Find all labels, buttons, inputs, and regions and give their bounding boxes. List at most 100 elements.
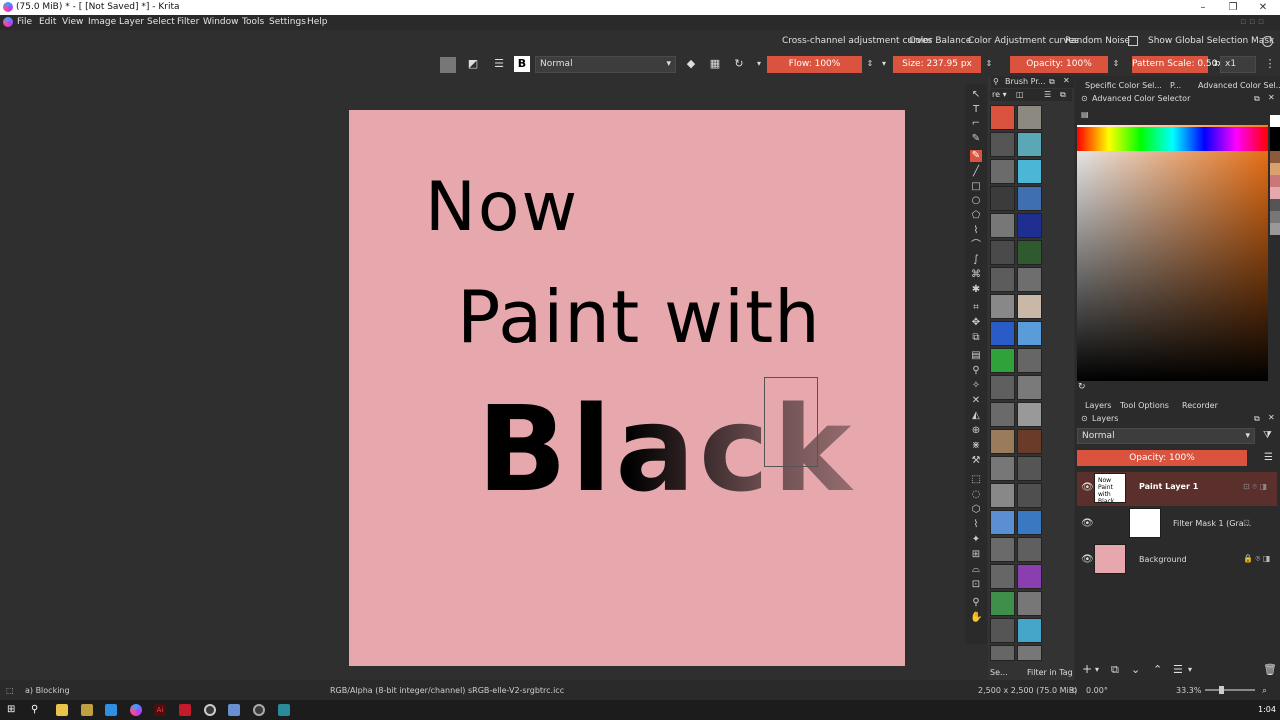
visibility-eye-icon[interactable]: 👁	[1081, 554, 1094, 565]
brush-preset[interactable]	[990, 483, 1015, 508]
multibrush-tool-icon[interactable]: ✱	[970, 284, 982, 296]
tab-layers[interactable]: Layers	[1085, 401, 1111, 410]
brush-preset[interactable]	[1017, 348, 1042, 373]
app-red-icon[interactable]	[179, 704, 191, 716]
visibility-eye-icon[interactable]: 👁	[1081, 482, 1094, 493]
menu-help[interactable]: Help	[307, 17, 328, 27]
freehand-brush-tool-icon[interactable]: ✎	[970, 150, 982, 162]
size-spin-icon[interactable]: ⇕	[981, 56, 997, 72]
opacity-slider[interactable]: Opacity: 100%	[1010, 56, 1108, 73]
reset-color-icon[interactable]: ↻	[1078, 382, 1086, 392]
brush-preset[interactable]	[1017, 132, 1042, 157]
brush-preset[interactable]	[1017, 213, 1042, 238]
measure-tool-icon[interactable]: ⊕	[970, 425, 982, 437]
dynamic-brush-tool-icon[interactable]: ⌘	[970, 269, 982, 281]
rect-select-tool-icon[interactable]: ⬚	[970, 474, 982, 486]
reference-tool-icon[interactable]: ⋇	[970, 440, 982, 452]
select-shapes-tool-icon[interactable]: ↖	[970, 89, 982, 101]
brush-preset[interactable]	[990, 591, 1015, 616]
contiguous-select-tool-icon[interactable]: ✦	[970, 534, 982, 546]
windows-start-icon[interactable]: ⊞	[7, 704, 19, 716]
fg-bg-color-icon[interactable]: ◩	[465, 56, 481, 72]
layer-filter-icon[interactable]: ⧩	[1263, 430, 1272, 441]
close-button[interactable]: ✕	[1248, 0, 1278, 15]
app-teal-icon[interactable]	[278, 704, 290, 716]
edit-shapes-tool-icon[interactable]: ⌐	[970, 118, 982, 130]
menu-window[interactable]: Window	[203, 17, 239, 27]
brush-settings-icon[interactable]: ☰	[491, 56, 507, 72]
brush-preset[interactable]	[1017, 267, 1042, 292]
ellipse-select-tool-icon[interactable]: ◌	[970, 489, 982, 501]
duplicate-layer-icon[interactable]: ⧉	[1111, 663, 1119, 677]
add-layer-menu-icon[interactable]: ▾	[1095, 665, 1099, 674]
reload-menu-chevron-icon[interactable]: ▾	[751, 56, 767, 72]
menu-select[interactable]: Select	[147, 17, 175, 27]
brush-preset[interactable]	[990, 321, 1015, 346]
color-picker-tool-icon[interactable]: ⚲	[970, 365, 982, 377]
layer-name[interactable]: Background	[1139, 555, 1187, 564]
visibility-eye-icon[interactable]: 👁	[1081, 518, 1094, 529]
zoom-slider[interactable]	[1205, 689, 1255, 691]
assistant-tool-icon[interactable]: ✕	[970, 395, 982, 407]
layer-name[interactable]: Filter Mask 1 (Gra...	[1173, 519, 1251, 528]
brush-preset[interactable]	[1017, 429, 1042, 454]
flow-menu-chevron-icon[interactable]: ▾	[876, 56, 892, 72]
view-mode-icon[interactable]: ◫	[1016, 90, 1024, 99]
menu-filter[interactable]: Filter	[177, 17, 199, 27]
history-swatch[interactable]	[1270, 175, 1280, 187]
brush-preset[interactable]	[1017, 375, 1042, 400]
layer-options-icon[interactable]: ☰	[1264, 452, 1273, 463]
brush-preset[interactable]	[990, 402, 1015, 427]
preset-bold-icon[interactable]: B	[514, 56, 530, 72]
brush-preset[interactable]	[1017, 105, 1042, 130]
tab-recorder[interactable]: Recorder	[1182, 401, 1218, 410]
history-swatch[interactable]	[1270, 151, 1280, 163]
opacity-spin-icon[interactable]: ⇕	[1108, 56, 1124, 72]
freehand-path-tool-icon[interactable]: ∫	[970, 254, 982, 266]
smart-patch-tool-icon[interactable]: ✧	[970, 380, 982, 392]
fit-view-icon[interactable]: ⌕	[1262, 686, 1267, 696]
properties-menu-icon[interactable]: ▾	[1188, 665, 1192, 674]
layer-lock-icon[interactable]: ⊡	[1243, 518, 1250, 527]
tab-specific-color-selector[interactable]: Specific Color Sel...	[1085, 81, 1162, 90]
list-menu-icon[interactable]: ☰	[1044, 90, 1051, 99]
brush-preset[interactable]	[1017, 564, 1042, 589]
settings-gear-icon[interactable]	[253, 704, 265, 716]
brush-preset[interactable]	[990, 294, 1015, 319]
layer-name[interactable]: Paint Layer 1	[1139, 482, 1198, 491]
taskbar-search-icon[interactable]: ⚲	[31, 704, 43, 716]
similar-select-tool-icon[interactable]: ⊞	[970, 549, 982, 561]
layer-row-background[interactable]: 👁 Background 🔒 ⌾ ◨	[1077, 542, 1277, 576]
eraser-icon[interactable]: ◆	[683, 56, 699, 72]
brush-preset[interactable]	[990, 375, 1015, 400]
menu-tools[interactable]: Tools	[242, 17, 264, 27]
flow-slider[interactable]: Flow: 100%	[767, 56, 862, 73]
brush-preset[interactable]	[990, 186, 1015, 211]
layer-properties-icon[interactable]: ☰	[1173, 663, 1183, 676]
move-down-icon[interactable]: ⌄	[1131, 663, 1140, 676]
illustrator-icon[interactable]: Ai	[154, 704, 166, 716]
brush-preset[interactable]	[990, 159, 1015, 184]
brush-search-icon[interactable]: ⚲	[993, 77, 999, 86]
history-swatch[interactable]	[1270, 223, 1280, 235]
layers-lock-icon[interactable]: ⊙	[1081, 414, 1088, 423]
pattern-scale-slider[interactable]: Pattern Scale: 0.50x	[1132, 56, 1223, 73]
fill-tool-icon[interactable]: ◭	[970, 410, 982, 422]
move-tool-icon[interactable]: ✥	[970, 317, 982, 329]
line-tool-icon[interactable]: ╱	[970, 166, 982, 178]
layers-close-icon[interactable]: ✕	[1268, 413, 1275, 422]
blend-mode-select[interactable]: Normal ▾	[535, 56, 676, 73]
layer-row-paint-layer-1[interactable]: 👁 Now Paint with Black Paint Layer 1 ⊡ ⌾…	[1077, 472, 1277, 506]
history-swatch[interactable]	[1270, 211, 1280, 223]
menu-settings[interactable]: Settings	[269, 17, 306, 27]
brush-preset[interactable]	[1017, 537, 1042, 562]
brush-preset[interactable]	[1017, 618, 1042, 643]
history-swatch[interactable]	[1270, 187, 1280, 199]
brush-search-field[interactable]: Se...	[990, 668, 1008, 677]
hue-bar[interactable]	[1077, 127, 1268, 151]
history-swatch[interactable]	[1270, 139, 1280, 151]
krita-taskbar-icon[interactable]	[130, 704, 142, 716]
tab-advanced-color-selector[interactable]: Advanced Color Sel...	[1198, 81, 1280, 90]
brush-preset[interactable]	[1017, 645, 1042, 661]
menu-view[interactable]: View	[62, 17, 83, 27]
